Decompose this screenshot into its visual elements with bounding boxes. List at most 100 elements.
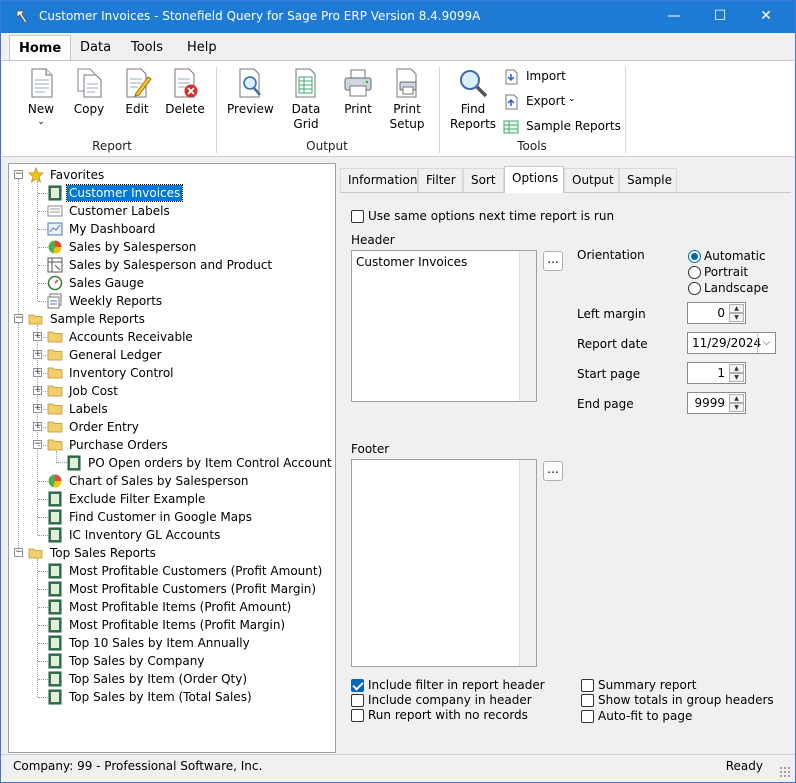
print-setup-button[interactable]: Print Setup bbox=[386, 67, 428, 132]
data-grid-icon bbox=[295, 68, 316, 98]
edit-pencil-icon bbox=[126, 68, 152, 98]
preview-magnifier-icon bbox=[239, 68, 261, 98]
tree-connector bbox=[38, 427, 48, 428]
header-label: Header bbox=[351, 233, 395, 247]
tree-connector bbox=[38, 229, 48, 230]
report-tabs: Information Filter Sort Options Output S… bbox=[340, 166, 790, 193]
sample-reports-icon bbox=[503, 120, 519, 134]
tree-connector bbox=[38, 391, 48, 392]
ribbon: New ⌄ Copy Edit Delete Report Preview Da… bbox=[2, 60, 794, 157]
pie-chart-icon bbox=[48, 474, 62, 488]
end-page-spinner[interactable]: 9999 ▲ ▼ bbox=[687, 392, 746, 414]
spin-up-icon[interactable]: ▲ bbox=[729, 304, 744, 313]
start-page-spinner[interactable]: 1 ▲ ▼ bbox=[687, 362, 746, 384]
resize-grip-icon[interactable] bbox=[779, 766, 791, 778]
crosstab-icon bbox=[47, 257, 63, 273]
spin-down-icon[interactable]: ▼ bbox=[729, 403, 744, 412]
folder-icon bbox=[47, 331, 63, 343]
new-button[interactable]: New ⌄ bbox=[22, 67, 60, 127]
tab-information[interactable]: Information bbox=[340, 168, 418, 192]
group-divider bbox=[625, 67, 626, 153]
delete-icon bbox=[174, 68, 198, 98]
tree-connector bbox=[38, 193, 48, 194]
tree-connector bbox=[38, 571, 48, 572]
footer-textarea[interactable] bbox=[351, 459, 537, 667]
group-divider bbox=[439, 67, 440, 153]
left-margin-spinner[interactable]: 0 ▲ ▼ bbox=[687, 302, 746, 324]
spin-up-icon[interactable]: ▲ bbox=[729, 364, 744, 373]
status-company: Company: 99 - Professional Software, Inc… bbox=[13, 759, 263, 773]
tree-connector bbox=[38, 535, 48, 536]
print-setup-icon bbox=[396, 68, 417, 98]
spin-up-icon[interactable]: ▲ bbox=[729, 394, 744, 403]
chevron-down-icon[interactable]: ⌵ bbox=[757, 333, 775, 353]
tree-connector bbox=[38, 589, 48, 590]
ribbon-tab-data[interactable]: Data bbox=[80, 40, 111, 55]
maximize-button[interactable]: ☐ bbox=[697, 1, 743, 33]
folder-open-icon bbox=[28, 314, 43, 325]
report-icon bbox=[48, 527, 62, 543]
ribbon-tab-help[interactable]: Help bbox=[187, 40, 217, 55]
group-divider bbox=[216, 67, 217, 153]
report-icon bbox=[48, 509, 62, 525]
pie-chart-icon bbox=[48, 240, 62, 254]
data-grid-button[interactable]: Data Grid bbox=[278, 67, 334, 132]
batch-reports-icon bbox=[47, 293, 62, 309]
tree-connector bbox=[38, 679, 48, 680]
tree-connector bbox=[38, 607, 48, 608]
report-icon bbox=[67, 455, 81, 471]
report-tree[interactable]: − Favorites − Sample Reports PO Open ord… bbox=[8, 163, 336, 753]
delete-button[interactable]: Delete bbox=[164, 67, 206, 117]
copy-button[interactable]: Copy bbox=[70, 67, 108, 117]
chevron-down-icon: ⌄ bbox=[568, 94, 576, 104]
tab-options[interactable]: Options bbox=[504, 166, 564, 193]
tab-sort[interactable]: Sort bbox=[463, 168, 504, 192]
print-button[interactable]: Print bbox=[338, 67, 378, 117]
spin-down-icon[interactable]: ▼ bbox=[729, 313, 744, 322]
folder-open-icon bbox=[47, 439, 63, 451]
footer-expand-button[interactable]: ... bbox=[543, 461, 563, 481]
preview-button[interactable]: Preview bbox=[227, 67, 274, 117]
status-state: Ready bbox=[725, 759, 763, 773]
output-group-label: Output bbox=[306, 139, 348, 153]
tab-sample[interactable]: Sample bbox=[619, 168, 677, 192]
edit-button[interactable]: Edit bbox=[118, 67, 156, 117]
tree-connector bbox=[38, 301, 48, 302]
tree-connector bbox=[38, 499, 48, 500]
folder-icon bbox=[47, 349, 63, 361]
tab-output[interactable]: Output bbox=[564, 168, 619, 192]
ribbon-tab-tools[interactable]: Tools bbox=[131, 40, 163, 55]
tree-connector bbox=[38, 373, 48, 374]
collapse-toggle[interactable]: − bbox=[14, 314, 23, 323]
end-page-label: End page bbox=[577, 397, 634, 411]
orientation-label: Orientation bbox=[577, 248, 645, 262]
gauge-icon bbox=[47, 275, 63, 291]
folder-icon bbox=[47, 367, 63, 379]
close-button[interactable]: ✕ bbox=[743, 1, 789, 33]
tree-connector bbox=[38, 355, 48, 356]
minimize-button[interactable]: — bbox=[651, 1, 697, 33]
spin-down-icon[interactable]: ▼ bbox=[729, 373, 744, 382]
chevron-down-icon: ⌄ bbox=[37, 117, 45, 127]
tree-connector bbox=[38, 283, 48, 284]
copy-icon bbox=[77, 68, 102, 98]
find-reports-button[interactable]: Find Reports bbox=[450, 67, 496, 132]
report-date-picker[interactable]: 11/29/2024 ⌵ bbox=[687, 332, 776, 354]
report-icon bbox=[48, 491, 62, 507]
printer-icon bbox=[344, 69, 372, 97]
tree-connector bbox=[38, 643, 48, 644]
folder-icon bbox=[47, 403, 63, 415]
header-expand-button[interactable]: ... bbox=[543, 251, 563, 271]
tree-connector bbox=[38, 337, 48, 338]
report-icon bbox=[48, 563, 62, 579]
ribbon-tab-home[interactable]: Home bbox=[9, 35, 72, 62]
tree-connector bbox=[38, 247, 48, 248]
header-textarea[interactable]: Customer Invoices bbox=[351, 250, 537, 402]
tab-filter[interactable]: Filter bbox=[418, 168, 463, 192]
collapse-toggle[interactable]: − bbox=[14, 170, 23, 179]
status-bar: Company: 99 - Professional Software, Inc… bbox=[1, 754, 795, 782]
collapse-toggle[interactable]: − bbox=[14, 548, 23, 557]
footer-label: Footer bbox=[351, 442, 390, 456]
tree-connector bbox=[38, 265, 48, 266]
app-window: Customer Invoices - Stonefield Query for… bbox=[0, 0, 796, 783]
